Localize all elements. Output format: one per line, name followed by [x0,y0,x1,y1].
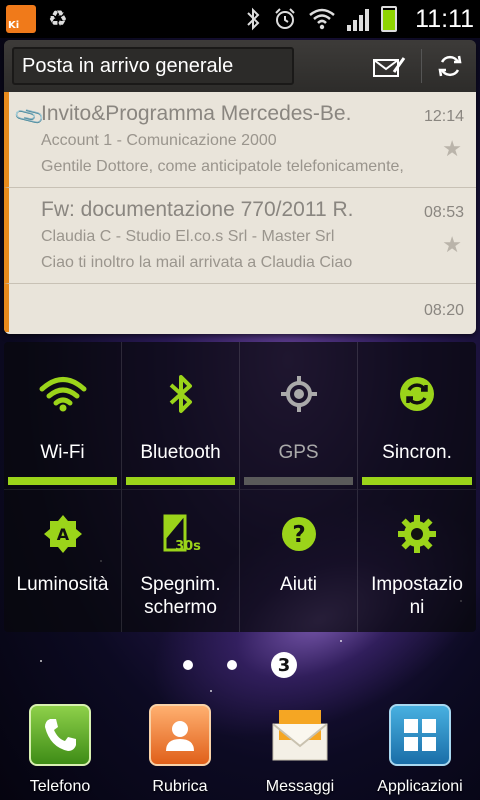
wifi-icon [39,377,86,412]
email-subject: Fw: documentazione 770/2011 R. [41,198,354,221]
toggle-indicator-on [362,477,472,485]
messages-icon [269,704,331,766]
toggle-label: Sincron. [382,442,452,463]
current-page-number[interactable]: 3 [271,652,297,678]
dock-label: Telefono [29,778,91,795]
gear-icon [398,515,436,553]
email-preview: Gentile Dottore, come anticipatole telef… [41,158,404,175]
compose-button[interactable] [367,46,411,86]
dock-label: Rubrica [152,778,208,795]
toggle-bluetooth[interactable]: Bluetooth [122,342,240,490]
screen-timeout-icon: 30s [163,514,201,554]
svg-text:?: ? [292,522,305,548]
email-sender: Claudia C - Studio El.co.s Srl - Master … [41,228,335,245]
star-icon[interactable]: ★ [442,232,462,258]
dock-label: Applicazioni [377,778,463,795]
kies-label: Ki [8,20,20,31]
compose-icon [373,57,406,77]
email-time: 08:20 [423,302,464,319]
dock-contacts[interactable]: Rubrica [120,700,240,800]
toggle-label: Bluetooth [140,442,221,463]
dock-messages[interactable]: Messaggi [240,700,360,800]
status-clock: 11:11 [415,4,474,33]
toggle-indicator-off [244,477,353,485]
toggle-wifi[interactable]: Wi-Fi [4,342,122,490]
toggle-help[interactable]: ? Aiuti [240,490,358,632]
email-time: 08:53 [423,204,464,221]
toggle-label: Impostazio ni [371,574,463,620]
toggle-label: Aiuti [280,574,317,595]
quick-settings-panel: Wi-Fi Bluetooth GPS Sincron. A Luminosit… [4,342,476,632]
signal-strength-icon [347,7,370,31]
email-list: 📎 Invito&Programma Mercedes-Be. Account … [4,92,476,334]
dock-apps[interactable]: Applicazioni [360,700,480,800]
svg-text:A: A [56,525,69,544]
email-item[interactable]: 08:20 [4,284,476,332]
app-dock: Telefono Rubrica Messaggi Applicazioni [0,700,480,800]
kies-icon: Ki [6,5,36,33]
toggle-label-line2: schermo [144,596,217,618]
toggle-indicator-on [126,477,235,485]
alarm-icon [275,8,295,29]
toggle-sync[interactable]: Sincron. [358,342,476,490]
toggle-label: Wi-Fi [40,442,85,463]
email-widget-header: Posta in arrivo generale [4,40,476,92]
wallpaper-star [340,640,342,642]
toggle-gps[interactable]: GPS [240,342,358,490]
toggle-label-line1: Impostazio [371,574,463,595]
folder-selector[interactable]: Posta in arrivo generale [12,47,294,85]
toggle-label: Luminosità [16,574,109,595]
page-indicator: 3 [0,652,480,678]
gps-icon [280,376,317,412]
phone-icon [29,704,91,766]
toggle-screen-timeout[interactable]: 30s Spegnim. schermo [122,490,240,632]
toggle-label-line1: Spegnim. [140,574,221,595]
wifi-status-icon [309,8,335,30]
recycle-icon: ♻ [48,6,68,32]
email-time: 12:14 [423,108,464,125]
email-item[interactable]: Fw: documentazione 770/2011 R. Claudia C… [4,188,476,284]
contacts-icon [149,704,211,766]
email-sender: Account 1 - Comunicazione 2000 [41,132,277,149]
brightness-icon: A [43,515,82,553]
refresh-button[interactable] [432,46,468,86]
bluetooth-status-icon [247,7,260,31]
header-divider [421,49,422,83]
dock-phone[interactable]: Telefono [0,700,120,800]
folder-name: Posta in arrivo generale [22,54,234,77]
toggle-settings[interactable]: Impostazio ni [358,490,476,632]
email-preview: Ciao ti inoltro la mail arrivata a Claud… [41,254,353,271]
toggle-label: GPS [278,442,319,463]
bluetooth-icon [169,375,192,413]
star-icon[interactable]: ★ [442,136,462,162]
dock-label: Messaggi [265,778,335,795]
page-dot[interactable] [183,660,193,670]
battery-icon [381,6,398,32]
toggle-label-line2: ni [409,596,425,618]
refresh-icon [438,55,462,77]
help-icon: ? [281,517,316,551]
wallpaper-star [210,690,212,692]
email-subject: Invito&Programma Mercedes-Be. [41,102,352,125]
sync-icon [400,377,434,411]
page-dot[interactable] [227,660,237,670]
toggle-label: Spegnim. schermo [140,574,220,620]
status-bar[interactable]: Ki ♻ 11:11 [0,0,480,38]
email-item[interactable]: 📎 Invito&Programma Mercedes-Be. Account … [4,92,476,188]
apps-grid-icon [389,704,451,766]
toggle-brightness[interactable]: A Luminosità [4,490,122,632]
toggle-indicator-on [8,477,117,485]
email-widget[interactable]: Posta in arrivo generale 📎 Invito&Progra… [4,40,476,334]
timeout-badge: 30s [175,539,201,554]
